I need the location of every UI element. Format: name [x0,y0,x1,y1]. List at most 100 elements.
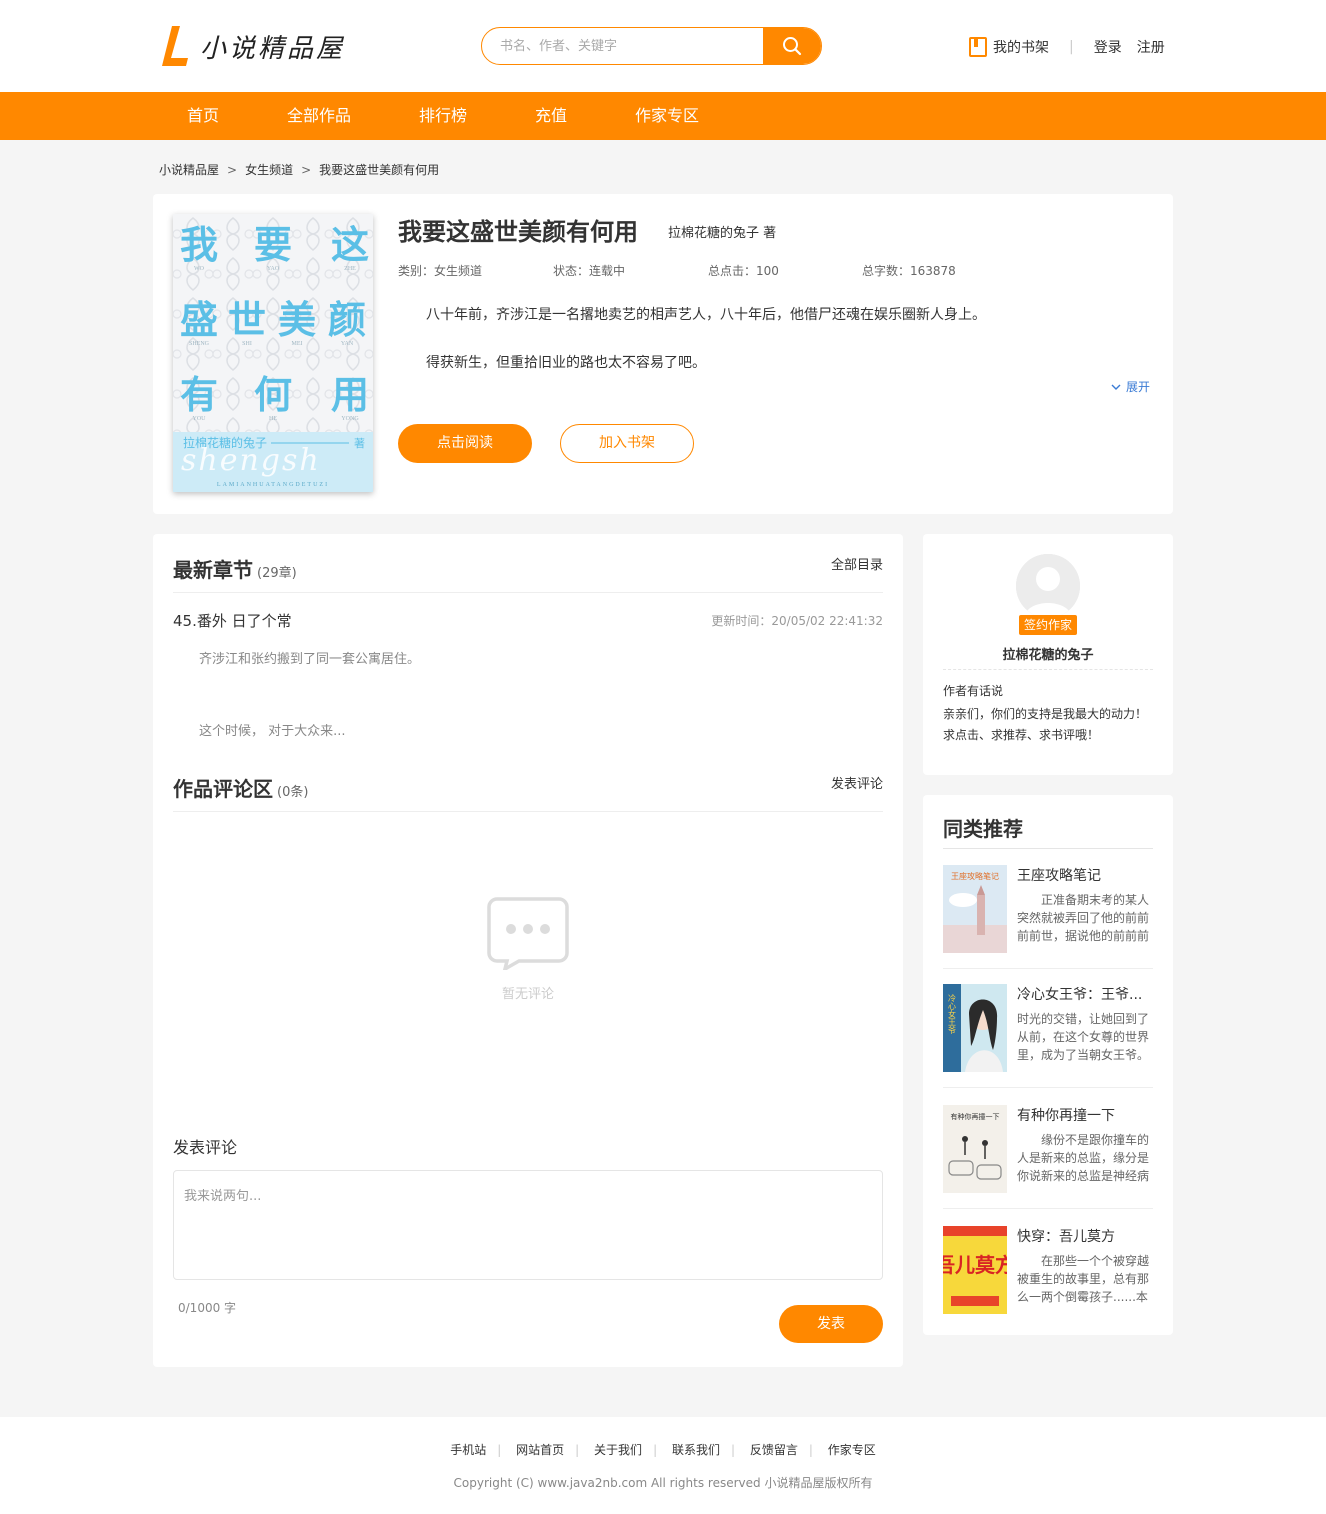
cover-pinyin: SHI [242,341,252,347]
chapter-excerpt-line: 这个时候， 对于大众来... [199,724,346,739]
cover-script-text: shengsh [181,443,321,478]
post-comment-link[interactable]: 发表评论 [831,773,883,792]
author-avatar[interactable] [1016,554,1080,618]
divider [943,968,1153,969]
rec-book-cover[interactable]: 有种你再撞一下 [943,1105,1007,1193]
rec-book-item[interactable]: 有种你再撞一下 有种你再撞一下 缘份不是跟你撞车的人是新来的总监，缘分是你说新来… [943,1105,1153,1215]
rec-cover-title: 有种你再撞一下 [951,1112,1000,1121]
breadcrumb-separator: > [227,162,238,177]
footer-link-contact[interactable]: 联系我们 [672,1443,720,1457]
my-bookshelf-link[interactable]: 我的书架 [993,37,1049,57]
footer-link-author-zone[interactable]: 作家专区 [828,1443,876,1457]
cover-char: 世 [228,300,266,342]
rec-book-cover[interactable]: 吾儿莫方 [943,1226,1007,1314]
book-info-card: 我 要 这 盛 世 美 颜 有 何 用 WO YAO ZHE SHENG SHI… [153,194,1173,514]
rec-cover-image: 有种你再撞一下 [943,1105,1007,1193]
latest-chapter-link[interactable]: 45.番外 日了个常 [173,610,292,631]
nav-item-all-works[interactable]: 全部作品 [287,92,351,140]
footer-link-home[interactable]: 网站首页 [516,1443,564,1457]
main-nav: 首页 全部作品 排行榜 充值 作家专区 [0,92,1326,140]
cover-char: 颜 [328,300,366,342]
rec-book-cover[interactable]: 王座攻略笔记 [943,865,1007,953]
divider [943,1208,1153,1209]
empty-comments: 暂无评论 [487,896,569,1002]
cover-pinyin: WO [194,266,205,272]
footer-link-about[interactable]: 关于我们 [594,1443,642,1457]
cover-char: 盛 [180,300,218,342]
rec-book-item[interactable]: 吾儿莫方 快穿：吾儿莫方 在那些一个个被穿越被重生的故事里，总有那么一两个倒霉孩… [943,1226,1153,1336]
search-input[interactable] [482,28,763,64]
cover-char: 要 [254,225,292,267]
login-link[interactable]: 登录 [1094,37,1122,57]
comment-textarea[interactable] [173,1170,883,1280]
breadcrumb-home[interactable]: 小说精品屋 [159,161,219,178]
read-now-button[interactable]: 点击阅读 [398,424,532,463]
search-button[interactable] [763,28,821,64]
cover-pinyin: YOU [193,416,207,422]
author-says-text: 亲亲们，你们的支持是我最大的动力！求点击、求推荐、求书评哦！ [943,707,1148,742]
logo-mark-icon [160,24,190,68]
user-avatar-icon [1016,554,1080,618]
site-logo[interactable]: 小说精品屋 [160,24,345,68]
rec-book-cover[interactable]: 冷心女王爷 [943,984,1007,1072]
rec-cover-image: 王座攻略笔记 [943,865,1007,953]
register-link[interactable]: 注册 [1137,37,1165,57]
nav-item-home[interactable]: 首页 [187,92,219,140]
author-card: 签约作家 拉棉花糖的兔子 作者有话说 亲亲们，你们的支持是我最大的动力！求点击、… [923,534,1173,775]
comments-heading: 作品评论区 (0条) [173,773,308,802]
book-title: 我要这盛世美颜有何用 [398,218,638,246]
book-cover[interactable]: 我 要 这 盛 世 美 颜 有 何 用 WO YAO ZHE SHENG SHI… [173,214,373,492]
copyright: Copyright (C) www.java2nb.com All rights… [453,1476,873,1490]
search-bar [481,27,822,65]
footer-links: 手机站 | 网站首页 | 关于我们 | 联系我们 | 反馈留言 | 作家专区 [0,1441,1326,1458]
submit-comment-button[interactable]: 发表 [779,1305,883,1343]
rec-book-item[interactable]: 王座攻略笔记 王座攻略笔记 正准备期末考的某人突然就被弄回了他的前前前前世，据说… [943,865,1153,975]
add-to-shelf-button[interactable]: 加入书架 [560,424,694,463]
nav-item-rankings[interactable]: 排行榜 [419,92,467,140]
book-status: 状态：连载中 [553,264,626,278]
breadcrumb-separator: > [301,162,312,177]
rec-book-title[interactable]: 有种你再撞一下 [1017,1105,1153,1125]
cover-pinyin: SHENG [189,341,210,347]
expand-intro-link[interactable]: 展开 [1111,378,1150,395]
divider [173,592,883,593]
all-chapters-link[interactable]: 全部目录 [831,554,883,573]
similar-books-card: 同类推荐 王座攻略笔记 王座攻略笔记 正准备期末考的某人突然就被弄回了他的前前前… [923,795,1173,1335]
cover-pinyin: YAN [341,341,354,347]
rec-book-title[interactable]: 快穿：吾儿莫方 [1017,1226,1153,1246]
rec-book-title[interactable]: 王座攻略笔记 [1017,865,1153,885]
breadcrumb-channel[interactable]: 女生频道 [245,161,293,178]
separator: | [575,1443,580,1457]
rec-cover-title: 冷心女王爷 [948,993,957,1035]
separator: | [1069,39,1074,55]
char-counter: 0/1000 字 [178,1301,237,1315]
footer-link-feedback[interactable]: 反馈留言 [750,1443,798,1457]
cover-pinyin: MEI [292,341,303,347]
rec-book-desc: 时光的交错，让她回到了从前，在这个女尊的世界里，成为了当朝女王爷。 [1017,1012,1150,1062]
nav-item-recharge[interactable]: 充值 [535,92,567,140]
empty-comments-text: 暂无评论 [501,987,554,1002]
author-name[interactable]: 拉棉花糖的兔子 [923,644,1173,663]
signed-author-badge: 签约作家 [1019,615,1077,635]
chapter-update-time: 更新时间：20/05/02 22:41:32 [711,614,883,628]
search-icon [783,37,802,56]
cover-author-suffix: 著 [354,436,365,450]
similar-books-title: 同类推荐 [943,817,1023,841]
book-category: 类别：女生频道 [398,264,483,278]
footer-link-mobile[interactable]: 手机站 [450,1443,486,1457]
rec-cover-title: 吾儿莫方 [943,1253,1007,1277]
chapter-excerpt-line: 齐涉江和张约搬到了同一套公寓居住。 [199,652,421,667]
cover-char: 这 [331,225,369,267]
post-comment-label: 发表评论 [173,1138,238,1157]
rec-book-item[interactable]: 冷心女王爷 冷心女王爷：王爷... 时光的交错，让她回到了从前，在这个女尊的世界… [943,984,1153,1094]
book-cover-image: 我 要 这 盛 世 美 颜 有 何 用 WO YAO ZHE SHENG SHI… [173,214,373,492]
cover-pinyin: HE [269,416,277,422]
nav-item-author-zone[interactable]: 作家专区 [635,92,699,140]
rec-book-title[interactable]: 冷心女王爷：王爷... [1017,984,1153,1004]
cover-char: 何 [254,375,292,417]
site-footer: 手机站 | 网站首页 | 关于我们 | 联系我们 | 反馈留言 | 作家专区 Copyri… [0,1417,1326,1514]
rec-cover-image: 吾儿莫方 [943,1226,1007,1314]
user-links: 我的书架 | 登录 注册 [969,36,1165,58]
book-author[interactable]: 拉棉花糖的兔子 著 [668,222,776,241]
cover-bottom-text: LAMIANHUATANGDETUZI [217,482,329,488]
